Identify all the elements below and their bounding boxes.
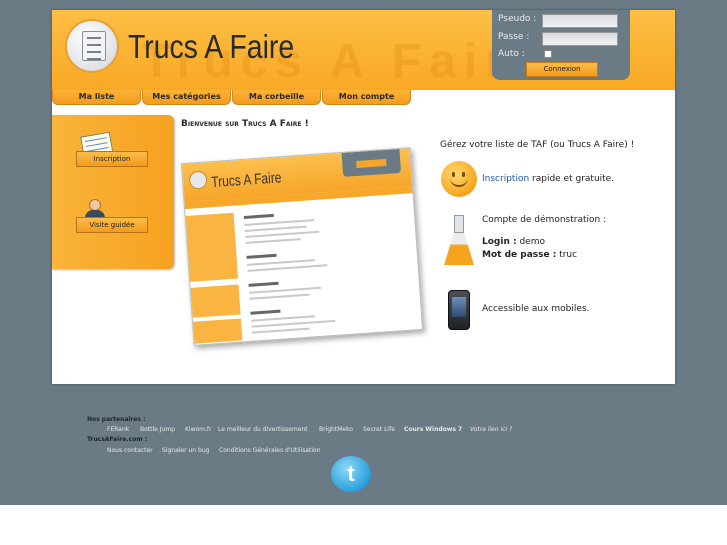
inscription-text: rapide et gratuite. xyxy=(529,174,615,184)
login-value: demo xyxy=(516,237,545,247)
tab-mes-categories[interactable]: Mes catégories xyxy=(142,90,231,105)
password-label: Mot de passe : xyxy=(482,250,557,260)
demo-login: Login : demo xyxy=(482,236,545,249)
visite-guidee-button[interactable]: Visite guidée xyxy=(76,217,148,233)
mobile-phone-icon xyxy=(448,290,470,330)
partner-link[interactable]: Votre lien ici ? xyxy=(470,426,512,433)
password-value: truc xyxy=(556,250,578,260)
pseudo-input[interactable] xyxy=(542,14,618,28)
partner-link[interactable]: Le meilleur du divertissement xyxy=(218,426,308,433)
tab-mon-compte[interactable]: Mon compte xyxy=(322,90,411,105)
partner-link[interactable]: Kiwom.fr xyxy=(185,426,212,433)
bug-report-link[interactable]: Signaler un bug xyxy=(162,447,209,454)
demo-account-title: Compte de démonstration : xyxy=(482,215,607,225)
connexion-button[interactable]: Connexion xyxy=(526,62,598,77)
inscription-link[interactable]: Inscription xyxy=(482,174,529,184)
demo-password: Mot de passe : truc xyxy=(482,249,577,262)
password-input[interactable] xyxy=(542,32,618,46)
tagline: Gérez votre liste de TAF (ou Trucs A Fai… xyxy=(440,140,635,150)
main-card: Trucs A Faire Trucs A Faire Pseudo : Pas… xyxy=(52,10,675,384)
tab-ma-liste[interactable]: Ma liste xyxy=(52,90,141,105)
contact-link[interactable]: Nous contacter xyxy=(107,447,153,454)
tab-ma-corbeille[interactable]: Ma corbeille xyxy=(232,90,321,105)
partner-link[interactable]: BrightMeko xyxy=(319,426,353,433)
sidebar: Inscription Visite guidée xyxy=(52,115,174,269)
twitter-icon[interactable]: t xyxy=(331,456,371,492)
welcome-heading: Bienvenue sur Trucs A Faire ! xyxy=(181,119,309,129)
partners-label: Nos partenaires : xyxy=(87,416,146,423)
feature-inscription: Inscription rapide et gratuite. xyxy=(482,173,614,186)
login-label: Login : xyxy=(482,237,517,247)
partner-link[interactable]: Cours Windows 7 xyxy=(404,426,462,433)
login-box: Pseudo : Passe : Auto : Connexion xyxy=(492,10,630,80)
flask-icon xyxy=(443,215,475,265)
auto-label: Auto : xyxy=(498,49,525,59)
inscription-button[interactable]: Inscription xyxy=(76,151,148,167)
auto-login-checkbox[interactable] xyxy=(544,50,552,58)
terms-link[interactable]: Conditions Générales d'Utilisation xyxy=(219,447,321,454)
pseudo-label: Pseudo : xyxy=(498,14,537,24)
mobile-text: Accessible aux mobiles. xyxy=(482,304,590,314)
header: Trucs A Faire Trucs A Faire Pseudo : Pas… xyxy=(52,10,675,90)
site-logo-text[interactable]: Trucs A Faire xyxy=(128,28,294,66)
site-label: TrucsAFaire.com : xyxy=(87,436,148,443)
partner-link[interactable]: FERank xyxy=(107,426,129,433)
notepad-logo-icon[interactable] xyxy=(65,19,119,73)
passe-label: Passe : xyxy=(498,32,530,42)
partner-link[interactable]: Bottle Jump xyxy=(140,426,175,433)
smiley-icon xyxy=(441,161,477,197)
app-preview-image: Trucs A Faire xyxy=(180,147,424,346)
partner-link[interactable]: Secret Life xyxy=(363,426,395,433)
